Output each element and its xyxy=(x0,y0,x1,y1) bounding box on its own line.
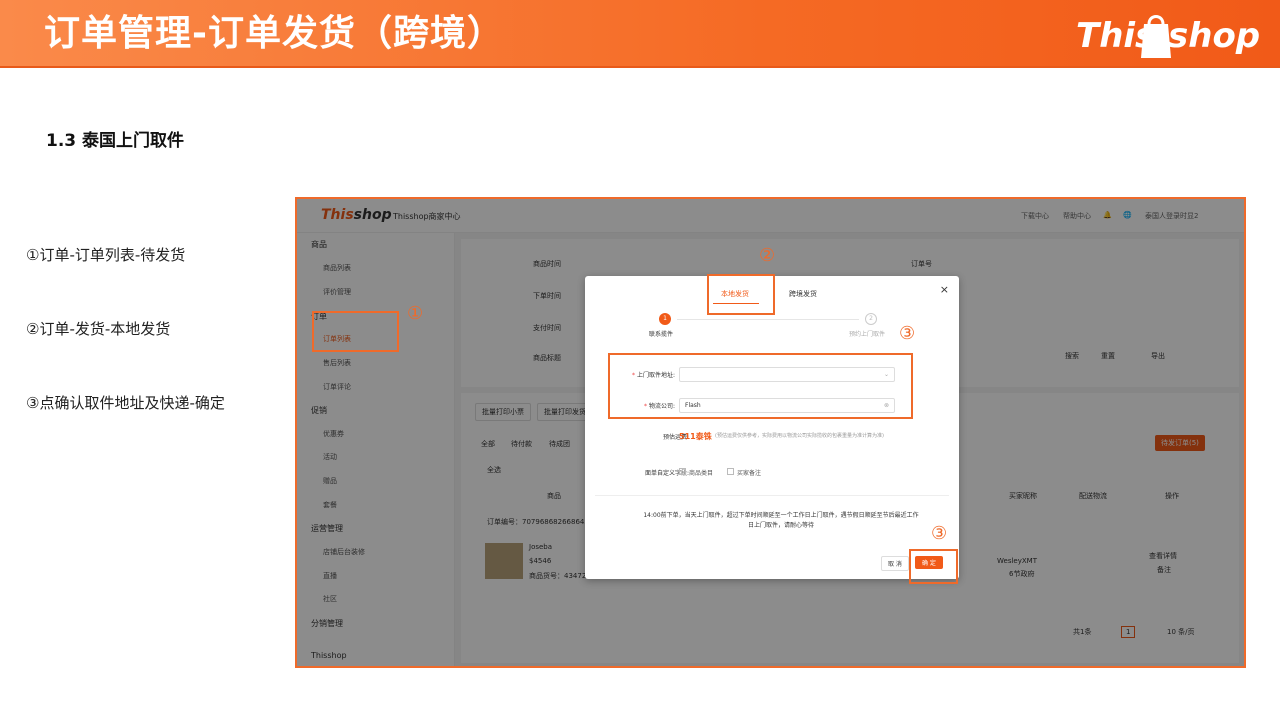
callout-2: ② xyxy=(759,245,776,266)
close-icon[interactable]: × xyxy=(940,283,949,296)
step-2: ②订单-发货-本地发货 xyxy=(26,320,171,338)
step-indicator-1: 1 xyxy=(659,313,671,325)
callout-1: ① xyxy=(407,303,424,324)
category-checkbox[interactable] xyxy=(679,468,686,475)
brand-logo: This shop xyxy=(1076,6,1266,64)
highlight-order-list xyxy=(312,311,399,352)
custom-field-label: 面单自定义字段: xyxy=(644,470,689,477)
section-title: 1.3 泰国上门取件 xyxy=(46,131,185,151)
divider xyxy=(595,495,949,496)
pickup-note: 14:00前下单，当天上门取件，超过下单时间顺延至一个工作日上门取件，遇节假日顺… xyxy=(643,512,919,529)
highlight-pickup-fields xyxy=(608,353,913,419)
category-checkbox-label: 商品类目 xyxy=(689,470,714,477)
step-indicator-2: 2 xyxy=(865,313,877,325)
callout-3b: ③ xyxy=(931,523,948,544)
fee-value: 511泰铢 xyxy=(679,432,712,441)
slide-header: 订单管理-订单发货（跨境） This shop xyxy=(0,0,1280,68)
step-connector xyxy=(677,319,859,320)
tab-cross-border-ship[interactable]: 跨境发货 xyxy=(789,289,817,299)
fee-note: (预估运费仅供参考，实际费用以物流公司实际揽收的包裹重量为准计算为准) xyxy=(715,433,884,439)
fee-label: 预估运费: xyxy=(662,434,689,441)
logo-this-text: This xyxy=(1076,16,1156,56)
app-screenshot: Thisshop Thisshop商家中心 下载中心 帮助中心 🔔 🌐 泰国人登… xyxy=(295,197,1246,668)
cancel-button[interactable]: 取 消 xyxy=(881,556,909,571)
highlight-confirm-button xyxy=(909,549,958,584)
step-3: ③点确认取件地址及快递-确定 xyxy=(26,394,225,412)
buyer-remark-checkbox[interactable] xyxy=(727,468,734,475)
step-1: ①订单-订单列表-待发货 xyxy=(26,246,186,264)
buyer-remark-checkbox-label: 买家备注 xyxy=(737,470,762,477)
highlight-local-ship-tab xyxy=(707,274,775,315)
callout-3a: ③ xyxy=(899,323,916,344)
logo-shop-text: shop xyxy=(1168,16,1261,56)
step-label-2: 预约上门取件 xyxy=(849,331,886,338)
ship-dialog: × 本地发货 跨境发货 1 2 联系揽件 预约上门取件 * 上门取件地址: ⌄ … xyxy=(585,276,959,579)
slide-title: 订单管理-订单发货（跨境） xyxy=(44,13,504,54)
step-label-1: 联系揽件 xyxy=(649,331,674,338)
